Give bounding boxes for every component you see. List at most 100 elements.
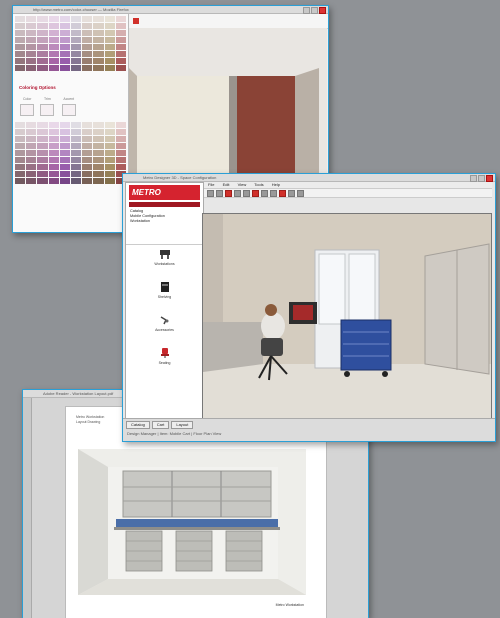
menu-help[interactable]: Help bbox=[272, 182, 280, 187]
color-swatch[interactable] bbox=[26, 16, 37, 22]
menu-file[interactable]: File bbox=[208, 182, 214, 187]
new-icon[interactable] bbox=[207, 189, 214, 197]
color-swatch[interactable] bbox=[15, 58, 26, 64]
color-swatch[interactable] bbox=[59, 122, 70, 128]
color-swatch[interactable] bbox=[48, 16, 59, 22]
color-swatch[interactable] bbox=[37, 44, 48, 50]
color-swatch[interactable] bbox=[115, 164, 126, 170]
color-swatch[interactable] bbox=[93, 164, 104, 170]
color-swatch[interactable] bbox=[26, 171, 37, 177]
color-swatch[interactable] bbox=[70, 129, 82, 135]
color-swatch[interactable] bbox=[48, 37, 59, 43]
color-swatch[interactable] bbox=[37, 122, 48, 128]
color-swatch[interactable] bbox=[26, 23, 37, 29]
color-swatch[interactable] bbox=[93, 16, 104, 22]
color-swatch[interactable] bbox=[104, 143, 115, 149]
tab-catalog[interactable]: Catalog bbox=[126, 421, 150, 429]
color-swatch[interactable] bbox=[37, 178, 48, 184]
color-swatch[interactable] bbox=[59, 129, 70, 135]
color-swatch[interactable] bbox=[82, 16, 93, 22]
color-swatch[interactable] bbox=[104, 65, 115, 71]
color-swatch[interactable] bbox=[59, 164, 70, 170]
color-swatch[interactable] bbox=[48, 30, 59, 36]
color-swatch[interactable] bbox=[37, 58, 48, 64]
color-swatch[interactable] bbox=[70, 16, 82, 22]
color-swatch[interactable] bbox=[59, 171, 70, 177]
color-swatch[interactable] bbox=[15, 178, 26, 184]
color-swatch[interactable] bbox=[70, 143, 82, 149]
color-swatch[interactable] bbox=[48, 157, 59, 163]
color-swatch[interactable] bbox=[115, 16, 126, 22]
color-swatch[interactable] bbox=[104, 157, 115, 163]
color-swatch[interactable] bbox=[37, 143, 48, 149]
tab-layout[interactable]: Layout bbox=[171, 421, 194, 429]
catalog-item-accessories[interactable]: Accessories bbox=[126, 311, 203, 344]
color-swatch[interactable] bbox=[70, 44, 82, 50]
color-swatch[interactable] bbox=[26, 157, 37, 163]
color-swatch[interactable] bbox=[59, 30, 70, 36]
color-swatch[interactable] bbox=[59, 157, 70, 163]
color-swatch[interactable] bbox=[26, 150, 37, 156]
3d-viewport[interactable] bbox=[202, 213, 492, 419]
maximize-button[interactable] bbox=[311, 7, 318, 14]
color-swatch[interactable] bbox=[82, 58, 93, 64]
color-swatch[interactable] bbox=[82, 157, 93, 163]
color-swatch[interactable] bbox=[26, 44, 37, 50]
color-swatch[interactable] bbox=[48, 129, 59, 135]
color-swatch[interactable] bbox=[82, 150, 93, 156]
color-swatch[interactable] bbox=[70, 171, 82, 177]
catalog-item-shelving[interactable]: Shelving bbox=[126, 278, 203, 311]
color-swatch[interactable] bbox=[82, 136, 93, 142]
color-swatch[interactable] bbox=[59, 143, 70, 149]
color-swatch[interactable] bbox=[37, 16, 48, 22]
menu-tools[interactable]: Tools bbox=[254, 182, 263, 187]
color-swatch[interactable] bbox=[15, 136, 26, 142]
color-swatch[interactable] bbox=[70, 51, 82, 57]
color-swatch[interactable] bbox=[104, 16, 115, 22]
open-icon[interactable] bbox=[216, 189, 223, 197]
color-swatch[interactable] bbox=[104, 44, 115, 50]
color-swatch[interactable] bbox=[104, 30, 115, 36]
color-swatch[interactable] bbox=[59, 37, 70, 43]
option-box-accent[interactable] bbox=[61, 104, 76, 116]
color-swatch[interactable] bbox=[70, 164, 82, 170]
color-swatch[interactable] bbox=[115, 129, 126, 135]
color-swatch[interactable] bbox=[15, 157, 26, 163]
minimize-button[interactable] bbox=[470, 175, 477, 182]
color-swatch[interactable] bbox=[93, 65, 104, 71]
zoom-icon[interactable] bbox=[270, 189, 277, 197]
color-swatch[interactable] bbox=[115, 37, 126, 43]
color-swatch[interactable] bbox=[82, 178, 93, 184]
color-swatch[interactable] bbox=[115, 30, 126, 36]
color-swatch[interactable] bbox=[37, 23, 48, 29]
color-swatch[interactable] bbox=[93, 143, 104, 149]
rotate-icon[interactable] bbox=[261, 189, 268, 197]
color-swatch[interactable] bbox=[37, 129, 48, 135]
color-swatch[interactable] bbox=[104, 129, 115, 135]
catalog-item-workstations[interactable]: Workstations bbox=[126, 245, 203, 278]
tab-cart[interactable]: Cart bbox=[151, 421, 170, 429]
color-swatch[interactable] bbox=[82, 44, 93, 50]
color-swatch[interactable] bbox=[82, 143, 93, 149]
color-swatch[interactable] bbox=[26, 129, 37, 135]
color-swatch[interactable] bbox=[104, 171, 115, 177]
sidebar-line-3[interactable]: Workstation bbox=[130, 219, 199, 224]
option-box-trim[interactable] bbox=[40, 104, 55, 116]
color-swatch[interactable] bbox=[26, 58, 37, 64]
color-swatch[interactable] bbox=[26, 37, 37, 43]
color-swatch[interactable] bbox=[104, 164, 115, 170]
color-swatch[interactable] bbox=[15, 37, 26, 43]
color-swatch[interactable] bbox=[115, 143, 126, 149]
color-swatch[interactable] bbox=[115, 51, 126, 57]
color-swatch[interactable] bbox=[26, 122, 37, 128]
color-swatch[interactable] bbox=[93, 171, 104, 177]
color-swatch[interactable] bbox=[15, 16, 26, 22]
color-swatch[interactable] bbox=[26, 30, 37, 36]
color-swatch[interactable] bbox=[70, 178, 82, 184]
color-swatch[interactable] bbox=[37, 30, 48, 36]
color-swatch[interactable] bbox=[82, 122, 93, 128]
settings-icon[interactable] bbox=[297, 189, 304, 197]
color-swatch[interactable] bbox=[48, 122, 59, 128]
color-swatch[interactable] bbox=[15, 65, 26, 71]
color-swatch[interactable] bbox=[48, 23, 59, 29]
